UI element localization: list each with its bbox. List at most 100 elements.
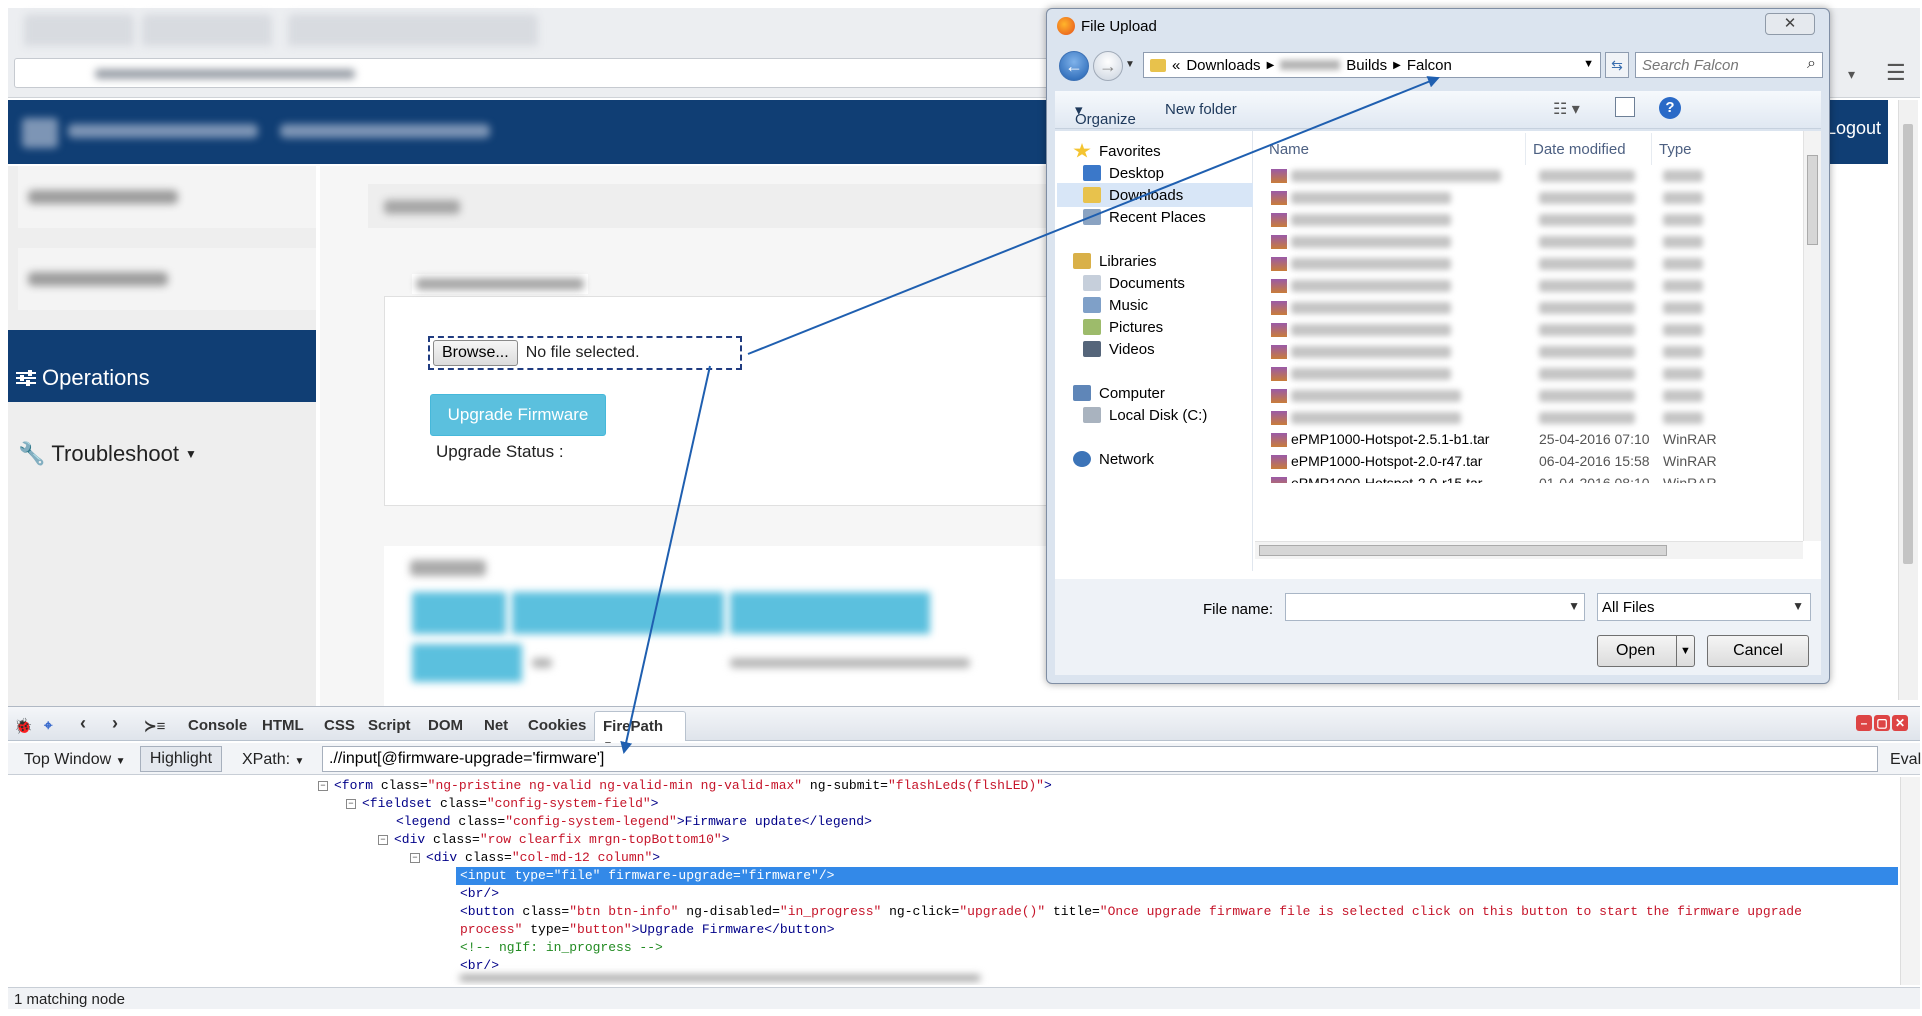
chevron-right-icon[interactable]: › (112, 713, 118, 734)
menu-icon[interactable]: ☰ (1886, 60, 1906, 86)
preview-pane-icon[interactable] (1615, 97, 1635, 117)
firebug-icon[interactable]: 🐞 (14, 717, 33, 735)
sidebar-item-troubleshoot[interactable]: 🔧 Troubleshoot ▼ (8, 410, 316, 482)
file-input[interactable]: Browse... No file selected. (428, 336, 742, 370)
tree-node-div-column[interactable]: − <div class="col-md-12 column"> (410, 849, 660, 867)
tab-console[interactable]: Console (188, 717, 247, 734)
eval-button[interactable]: Eval (1890, 751, 1921, 769)
blurred-button[interactable] (512, 592, 724, 634)
breadcrumb[interactable]: « Downloads ▶ Builds ▶ Falcon ▼ (1143, 52, 1601, 78)
collapse-icon[interactable]: − (378, 834, 388, 845)
list-item[interactable] (1271, 231, 1811, 253)
list-item[interactable] (1271, 275, 1811, 297)
view-options-icon[interactable]: ☷ ▾ (1553, 99, 1580, 119)
tree-node-button[interactable]: <button class="btn btn-info" ng-disabled… (460, 903, 1802, 921)
list-item[interactable] (1271, 165, 1811, 187)
minimize-icon[interactable]: – (1856, 715, 1872, 731)
file-type-select[interactable]: All Files ▼ (1597, 593, 1811, 621)
list-item[interactable] (1271, 385, 1811, 407)
top-window-select[interactable]: Top Window ▼ (24, 751, 126, 769)
sidebar-item-operations[interactable]: Operations (8, 330, 316, 402)
collapse-icon[interactable]: − (346, 798, 356, 809)
nav-pictures[interactable]: Pictures (1083, 315, 1279, 339)
close-button[interactable]: ✕ (1765, 13, 1815, 35)
chevron-left-icon[interactable]: ‹ (80, 713, 86, 734)
list-item[interactable] (1271, 341, 1811, 363)
tab-script[interactable]: Script (368, 717, 411, 734)
new-folder-button[interactable]: New folder (1165, 101, 1237, 118)
help-icon[interactable]: ? (1659, 97, 1681, 119)
list-item[interactable]: ePMP1000-Hotspot-2.5.1-b1.tar 25-04-2016… (1271, 429, 1811, 451)
organize-menu[interactable]: Organize ▾ (1075, 101, 1136, 128)
column-type[interactable]: Type (1659, 141, 1692, 158)
xpath-input[interactable]: .//input[@firmware-upgrade='firmware'] (322, 746, 1878, 772)
html-tree-scrollbar[interactable] (1900, 777, 1920, 985)
tab-cookies[interactable]: Cookies (528, 717, 586, 734)
list-item[interactable] (1271, 407, 1811, 429)
nav-documents[interactable]: Documents (1083, 271, 1279, 295)
address-bar[interactable] (14, 58, 1054, 88)
browser-tab[interactable] (142, 14, 272, 46)
nav-favorites[interactable]: Favorites (1073, 139, 1269, 163)
blurred-button[interactable] (412, 644, 522, 682)
chevron-down-icon[interactable]: ▾ (1848, 66, 1855, 83)
recent-locations-icon[interactable]: ▼ (1125, 59, 1135, 70)
list-item[interactable] (1271, 319, 1811, 341)
search-input[interactable]: Search Falcon ⌕ (1635, 52, 1823, 78)
tab-css[interactable]: CSS (324, 717, 355, 734)
tree-node-fieldset[interactable]: − <fieldset class="config-system-field"> (346, 795, 658, 813)
breadcrumb-falcon[interactable]: Falcon (1407, 57, 1452, 74)
sidebar-item-blurred[interactable] (18, 248, 316, 310)
tree-node-form[interactable]: − <form class="ng-pristine ng-valid ng-va… (318, 777, 1052, 795)
tab-net[interactable]: Net (484, 717, 508, 734)
upgrade-firmware-button[interactable]: Upgrade Firmware (430, 394, 606, 436)
back-button[interactable]: ← (1059, 51, 1089, 81)
list-item[interactable] (1271, 297, 1811, 319)
list-item[interactable]: ePMP1000-Hotspot-2.0-r15.tar 01-04-2016 … (1271, 473, 1811, 483)
detach-icon[interactable]: ▢ (1874, 715, 1890, 731)
open-button[interactable]: Open ▼ (1597, 635, 1695, 667)
tree-node-legend[interactable]: <legend class="config-system-legend">Fir… (396, 813, 872, 831)
list-item[interactable] (1271, 187, 1811, 209)
logout-link[interactable]: Logout (1826, 118, 1881, 139)
chevron-down-icon[interactable]: ▼ (1680, 636, 1691, 666)
collapse-icon[interactable]: − (410, 852, 420, 863)
column-name[interactable]: Name (1269, 141, 1309, 158)
forward-button[interactable]: → (1093, 51, 1123, 81)
chevron-down-icon[interactable]: ▼ (1568, 599, 1580, 613)
list-item[interactable] (1271, 253, 1811, 275)
nav-desktop[interactable]: Desktop (1083, 161, 1279, 185)
highlight-button[interactable]: Highlight (140, 746, 222, 772)
file-list-horizontal-scrollbar[interactable] (1255, 541, 1803, 559)
breadcrumb-overflow[interactable]: « (1172, 57, 1180, 74)
command-line-icon[interactable]: ≻≡ (144, 717, 165, 735)
blurred-button[interactable] (412, 592, 506, 634)
nav-downloads[interactable]: Downloads (1057, 183, 1253, 207)
nav-music[interactable]: Music (1083, 293, 1279, 317)
tree-node-input-selected[interactable]: <input type="file" firmware-upgrade="fir… (456, 867, 1898, 885)
breadcrumb-downloads[interactable]: Downloads (1186, 57, 1260, 74)
chevron-down-icon[interactable]: ▼ (1583, 58, 1594, 70)
blurred-button[interactable] (730, 592, 930, 634)
nav-computer[interactable]: Computer (1073, 381, 1269, 405)
nav-libraries[interactable]: Libraries (1073, 249, 1269, 273)
breadcrumb-builds[interactable]: Builds (1346, 57, 1387, 74)
tab-firepath[interactable]: FirePath ▼ (594, 711, 686, 751)
nav-local-disk[interactable]: Local Disk (C:) (1083, 403, 1279, 427)
close-icon[interactable]: ✕ (1892, 715, 1908, 731)
tab-dom[interactable]: DOM (428, 717, 463, 734)
file-name-input[interactable]: ▼ (1285, 593, 1585, 621)
browse-button[interactable]: Browse... (433, 340, 518, 366)
sidebar-item-blurred[interactable] (18, 166, 316, 228)
cancel-button[interactable]: Cancel (1707, 635, 1809, 667)
file-list-vertical-scrollbar[interactable] (1803, 131, 1821, 541)
browser-tab[interactable] (288, 14, 538, 46)
xpath-select[interactable]: XPath: ▼ (242, 751, 304, 769)
browser-tab[interactable] (24, 14, 134, 46)
list-item[interactable]: ePMP1000-Hotspot-2.0-r47.tar 06-04-2016 … (1271, 451, 1811, 473)
nav-recent-places[interactable]: Recent Places (1083, 205, 1279, 229)
list-item[interactable] (1271, 363, 1811, 385)
nav-network[interactable]: Network (1073, 447, 1269, 471)
page-scrollbar[interactable] (1898, 100, 1918, 700)
tree-node-br[interactable]: <br/> (460, 957, 499, 975)
